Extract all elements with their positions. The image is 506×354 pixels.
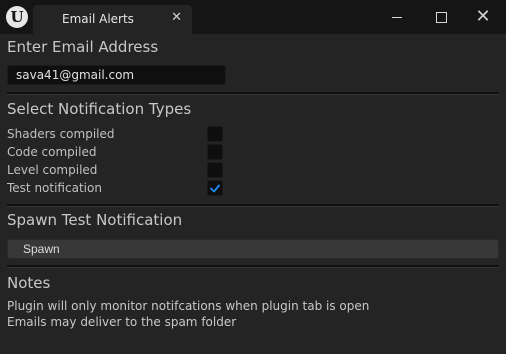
option-shaders-compiled: Shaders compiled <box>7 126 227 144</box>
code-compiled-checkbox[interactable] <box>207 144 223 160</box>
divider <box>7 265 499 268</box>
divider <box>7 204 499 207</box>
maximize-button[interactable] <box>424 5 458 29</box>
option-code-compiled: Code compiled <box>7 144 227 162</box>
option-label: Code compiled <box>7 145 97 159</box>
option-test-notification: Test notification <box>7 180 227 198</box>
tab-title: Email Alerts <box>62 12 134 26</box>
minimize-icon <box>392 16 402 18</box>
note-line: Emails may deliver to the spam folder <box>7 315 237 329</box>
title-bar: U Email Alerts ✕ ✕ <box>0 0 506 34</box>
notes-heading: Notes <box>7 274 51 292</box>
email-input[interactable] <box>7 65 226 85</box>
unreal-engine-logo-icon: U <box>6 6 28 28</box>
notification-types-heading: Select Notification Types <box>7 100 192 118</box>
panel-content: Enter Email Address Select Notification … <box>0 34 506 354</box>
shaders-compiled-checkbox[interactable] <box>207 126 223 142</box>
email-alerts-window: U Email Alerts ✕ ✕ Enter Email Address S… <box>0 0 506 354</box>
spawn-heading: Spawn Test Notification <box>7 211 183 229</box>
note-line: Plugin will only monitor notifcations wh… <box>7 299 370 313</box>
email-heading: Enter Email Address <box>7 38 159 56</box>
option-label: Test notification <box>7 181 102 195</box>
option-label: Shaders compiled <box>7 127 115 141</box>
tab-close-icon[interactable]: ✕ <box>171 10 182 25</box>
close-button[interactable]: ✕ <box>466 5 500 29</box>
checkmark-icon <box>210 184 220 193</box>
option-label: Level compiled <box>7 163 98 177</box>
maximize-icon <box>435 11 447 23</box>
spawn-button[interactable]: Spawn <box>7 239 499 259</box>
minimize-button[interactable] <box>380 5 414 29</box>
tab-email-alerts[interactable]: Email Alerts ✕ <box>33 5 192 34</box>
option-level-compiled: Level compiled <box>7 162 227 180</box>
level-compiled-checkbox[interactable] <box>207 162 223 178</box>
divider <box>7 92 499 95</box>
close-icon: ✕ <box>475 6 491 27</box>
test-notification-checkbox[interactable] <box>207 180 223 196</box>
